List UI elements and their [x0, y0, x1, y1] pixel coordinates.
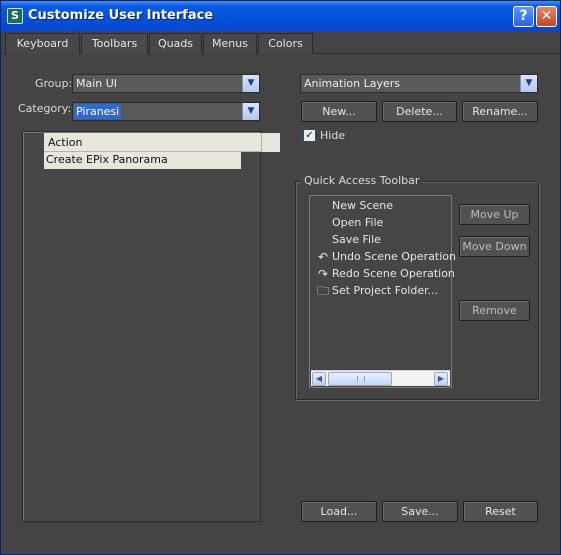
tab-toolbars[interactable]: Toolbars	[81, 33, 148, 54]
group-dropdown-value: Main UI	[76, 77, 118, 90]
tab-colors[interactable]: Colors	[258, 33, 313, 54]
horizontal-scrollbar[interactable]: ◀ ▶	[311, 370, 450, 386]
list-item[interactable]: 🗀 Set Project Folder...	[313, 283, 449, 299]
hide-label: Hide	[320, 129, 346, 142]
redo-icon: ↷	[317, 267, 329, 281]
list-item-label: Set Project Folder...	[332, 284, 439, 297]
new-button[interactable]: New...	[301, 101, 377, 122]
tab-strip: Keyboard Toolbars Quads Menus Colors	[1, 31, 560, 54]
list-item-label: Redo Scene Operation	[332, 267, 455, 280]
group-dropdown[interactable]: Main UI ▼	[72, 74, 260, 93]
toolbar-dropdown-value: Animation Layers	[304, 77, 400, 90]
category-dropdown-value: Piranesi	[74, 104, 122, 119]
list-item-label: Open File	[332, 216, 384, 229]
undo-icon: ↶	[317, 250, 329, 264]
chevron-down-icon[interactable]: ▼	[520, 75, 537, 92]
scroll-left-icon[interactable]: ◀	[312, 372, 326, 386]
title-bar[interactable]: S Customize User Interface ? ✕	[1, 1, 560, 31]
tab-menus[interactable]: Menus	[203, 33, 257, 54]
tab-quads[interactable]: Quads	[149, 33, 202, 54]
chevron-down-icon[interactable]: ▼	[242, 75, 259, 92]
help-button[interactable]: ?	[513, 6, 534, 27]
tab-keyboard[interactable]: Keyboard	[5, 33, 80, 54]
delete-button[interactable]: Delete...	[382, 101, 457, 122]
quick-access-list[interactable]: New Scene Open File Save File ↶ Undo Sce…	[309, 195, 456, 388]
chevron-down-icon[interactable]: ▼	[242, 103, 259, 120]
list-item[interactable]: Save File	[313, 232, 449, 248]
list-item[interactable]: Create EPix Panorama	[44, 152, 241, 169]
load-button[interactable]: Load...	[301, 501, 377, 522]
save-button[interactable]: Save...	[382, 501, 458, 522]
scroll-right-icon[interactable]: ▶	[434, 372, 448, 386]
customize-ui-dialog: S Customize User Interface ? ✕ Keyboard …	[0, 0, 561, 555]
list-item[interactable]: ↶ Undo Scene Operation	[313, 249, 456, 265]
remove-button[interactable]: Remove	[459, 300, 530, 321]
toolbar-dropdown[interactable]: Animation Layers ▼	[300, 74, 538, 93]
list-item[interactable]: Open File	[313, 215, 449, 231]
reset-button[interactable]: Reset	[463, 501, 538, 522]
action-list[interactable]: Action Create EPix Panorama	[22, 131, 280, 522]
list-item-label: Undo Scene Operation	[332, 250, 457, 263]
group-label: Group:	[35, 77, 73, 90]
list-header-filler	[261, 133, 280, 152]
list-item-label: Save File	[332, 233, 381, 246]
rename-button[interactable]: Rename...	[462, 101, 538, 122]
move-up-button[interactable]: Move Up	[459, 204, 530, 225]
project-folder-icon: 🗀	[316, 284, 329, 298]
hide-checkbox[interactable]: ✓	[303, 129, 316, 142]
scrollbar-thumb[interactable]	[328, 372, 392, 386]
close-button[interactable]: ✕	[536, 6, 557, 27]
action-column-header[interactable]: Action	[44, 133, 261, 152]
list-item-label: New Scene	[332, 199, 394, 212]
quick-access-title: Quick Access Toolbar	[301, 174, 423, 187]
app-logo-icon: S	[7, 8, 23, 24]
move-down-button[interactable]: Move Down	[459, 236, 530, 257]
category-dropdown[interactable]: Piranesi ▼	[72, 102, 260, 121]
window-title: Customize User Interface	[28, 8, 214, 23]
grip-icon	[357, 376, 365, 382]
list-item[interactable]: ↷ Redo Scene Operation	[313, 266, 455, 282]
category-label: Category:	[18, 102, 72, 115]
list-item[interactable]: New Scene	[313, 198, 449, 214]
